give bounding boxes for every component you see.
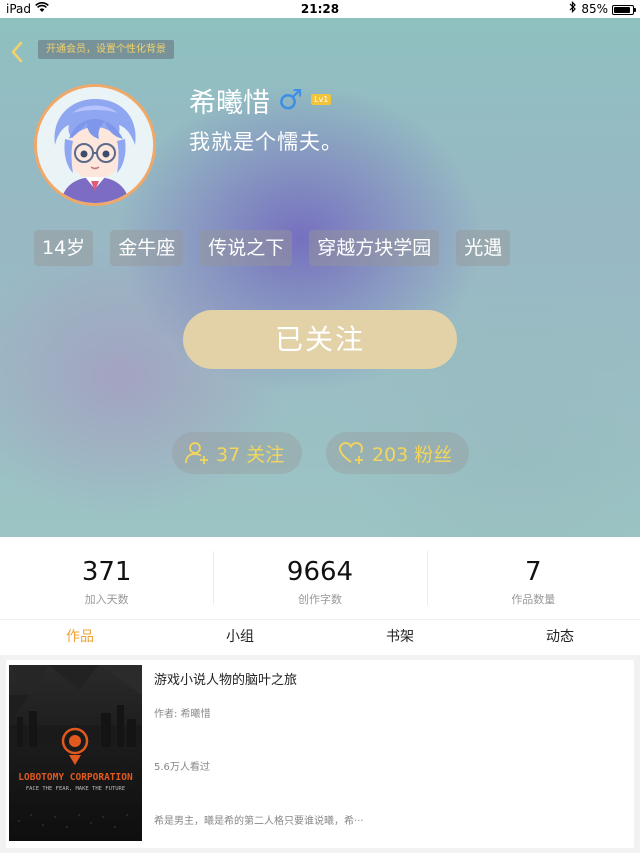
tag-list: 14岁 金牛座 传说之下 穿越方块学园 光遇	[34, 230, 511, 266]
profile-stats: 371 加入天数 9664 创作字数 7 作品数量	[0, 537, 640, 619]
status-right: 85%	[569, 0, 636, 18]
stat-value: 7	[525, 557, 542, 587]
fans-count: 203 粉丝	[372, 443, 453, 466]
stat-label: 加入天数	[84, 593, 129, 606]
username-row: 希曦惜 ♂ Lv1	[189, 82, 332, 119]
tab-activity[interactable]: 动态	[480, 620, 640, 655]
profile-tabs: 作品 小组 书架 动态	[0, 619, 640, 655]
heart-add-icon	[339, 442, 363, 464]
level-badge: Lv1	[311, 93, 332, 105]
user-add-icon	[185, 442, 208, 464]
avatar-illustration	[37, 87, 153, 203]
back-button[interactable]	[6, 38, 28, 66]
book-cover: LOBOTOMY CORPORATION FACE THE FEAR, MAKE…	[9, 665, 142, 841]
cover-art	[9, 665, 142, 828]
vip-background-banner[interactable]: 开通会员，设置个性化背景	[38, 40, 174, 59]
battery-icon	[612, 4, 636, 15]
cover-title: LOBOTOMY CORPORATION	[18, 772, 133, 783]
bluetooth-icon	[569, 0, 577, 18]
tag-zodiac: 金牛座	[110, 230, 184, 266]
tab-bookshelf[interactable]: 书架	[320, 620, 480, 655]
avatar[interactable]	[34, 84, 156, 206]
username: 希曦惜	[189, 87, 270, 119]
stat-value: 371	[81, 557, 132, 587]
signature: 我就是个懦夫。	[189, 130, 343, 154]
fans-button[interactable]: 203 粉丝	[326, 432, 469, 474]
work-title: 游戏小说人物的脑叶之旅	[154, 673, 298, 688]
stat-words: 9664 创作字数	[213, 537, 426, 619]
followed-button[interactable]: 已关注	[183, 310, 457, 369]
following-button[interactable]: 37 关注	[172, 432, 302, 474]
work-views: 5.6万人看过	[154, 762, 210, 773]
tab-works[interactable]: 作品	[0, 620, 160, 655]
profile-header: 开通会员，设置个性化背景 希曦惜 ♂ Lv1 我就是个懦夫。 14岁 金牛座 传…	[0, 18, 640, 537]
tab-groups[interactable]: 小组	[160, 620, 320, 655]
cover-subtitle: FACE THE FEAR, MAKE THE FUTURE	[25, 786, 126, 792]
status-time: 21:28	[300, 2, 340, 16]
status-bar: iPad 21:28 85%	[0, 0, 640, 18]
stat-works: 7 作品数量	[426, 537, 640, 619]
battery-percent: 85%	[581, 2, 608, 16]
tag-interest: 穿越方块学园	[309, 230, 440, 266]
work-card[interactable]: LOBOTOMY CORPORATION FACE THE FEAR, MAKE…	[6, 660, 634, 848]
male-gender-icon: ♂	[278, 83, 304, 116]
chevron-left-icon	[11, 41, 23, 63]
tag-interest: 光遇	[456, 230, 511, 266]
following-count: 37 关注	[216, 443, 285, 466]
stat-days: 371 加入天数	[0, 537, 213, 619]
work-description: 希是男主，曦是希的第二人格只要谁说曦，希···	[154, 816, 364, 827]
stat-label: 创作字数	[297, 593, 342, 606]
tag-interest: 传说之下	[200, 230, 293, 266]
stat-value: 9664	[286, 557, 354, 587]
stat-label: 作品数量	[511, 593, 556, 606]
tag-age: 14岁	[34, 230, 94, 266]
work-author: 作者: 希曦惜	[154, 709, 211, 720]
